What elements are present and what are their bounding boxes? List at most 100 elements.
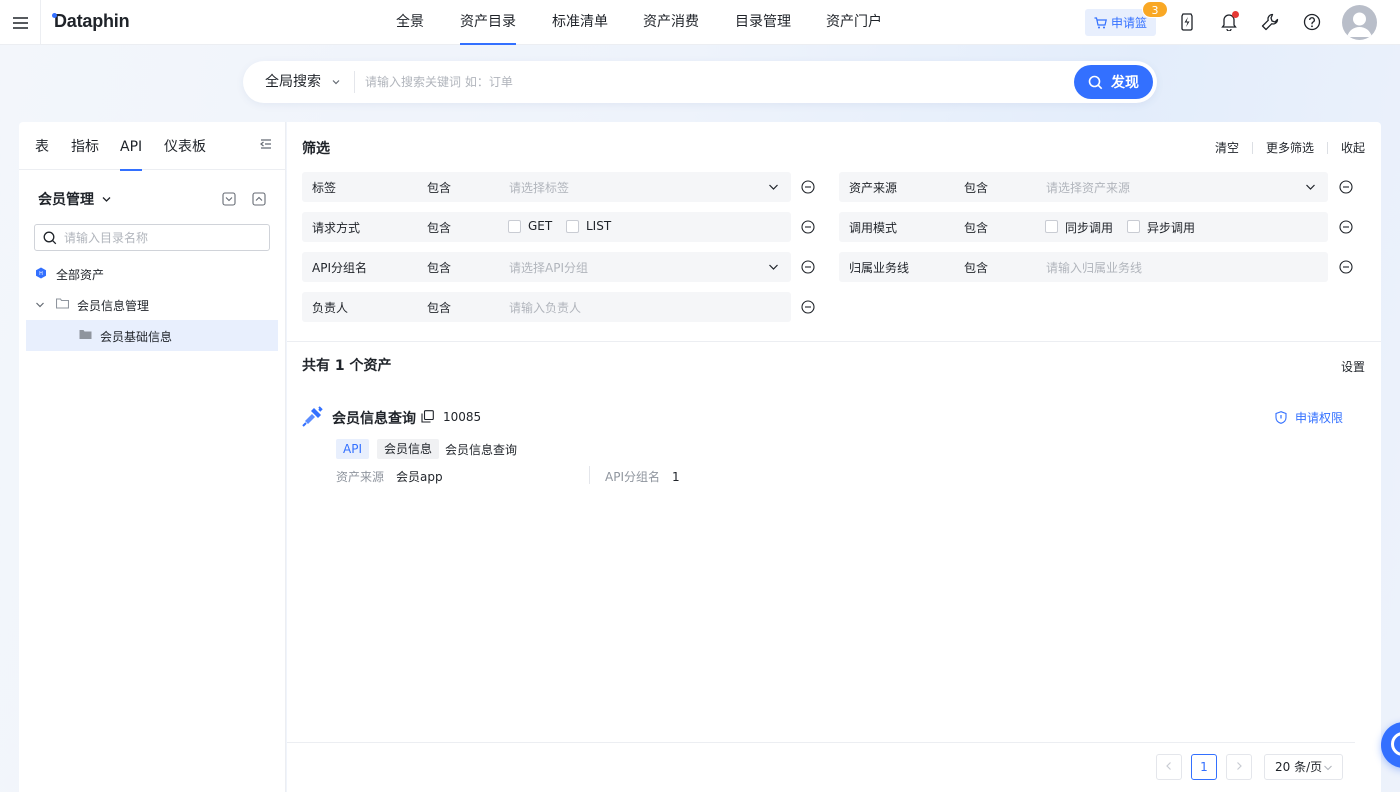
tree-item-label: 全部资产 [56, 268, 105, 282]
section-divider [287, 341, 1381, 342]
api-plug-icon [302, 406, 323, 427]
help-icon[interactable] [1302, 12, 1322, 32]
expand-all-icon[interactable] [222, 192, 236, 206]
chevron-down-icon[interactable] [101, 194, 112, 205]
chevron-down-icon[interactable] [1305, 182, 1316, 192]
filter-operator[interactable]: 包含 [427, 219, 451, 236]
type-tag: API [336, 439, 369, 459]
filter-operator[interactable]: 包含 [964, 259, 988, 276]
meta-api-group: API分组名 1 [605, 468, 680, 485]
list-checkbox[interactable] [566, 220, 579, 233]
filter-operator[interactable]: 包含 [964, 179, 988, 196]
next-page-button[interactable] [1226, 754, 1252, 780]
meta-value: 会员app [396, 470, 443, 484]
sync-call-checkbox[interactable] [1045, 220, 1058, 233]
apply-permission-link[interactable]: 申请权限 [1275, 409, 1343, 426]
results-panel: 筛选 清空 更多筛选 收起 标签 包含 请选择标签 资产来源 包含 请选择资产来… [287, 122, 1381, 792]
chevron-down-icon[interactable] [35, 300, 45, 310]
assistant-float-button[interactable] [1381, 722, 1400, 768]
result-title-link[interactable]: 会员信息查询 [332, 408, 416, 428]
meta-asset-source: 资产来源 会员app [336, 468, 443, 485]
discover-button-label: 发现 [1111, 75, 1139, 91]
user-avatar[interactable] [1342, 5, 1377, 40]
filter-operator[interactable]: 包含 [427, 299, 451, 316]
search-scope-select[interactable]: 全局搜索 [265, 61, 321, 103]
collapse-panel-icon[interactable] [259, 137, 273, 151]
chevron-right-icon [1237, 762, 1242, 770]
meta-key: 资产来源 [336, 470, 385, 484]
collapse-all-icon[interactable] [252, 192, 266, 206]
filter-name: API分组名 [312, 261, 367, 275]
app-logo[interactable]: Dataphin [51, 11, 130, 32]
filter-operator[interactable]: 包含 [427, 259, 451, 276]
remove-filter-icon[interactable] [801, 260, 815, 274]
wrench-icon[interactable] [1260, 12, 1280, 32]
filter-title: 筛选 [302, 141, 330, 157]
catalog-title[interactable]: 会员管理 [38, 189, 94, 209]
filter-row-request-method: 请求方式 包含 GET LIST [302, 212, 791, 242]
nav-catalog-management[interactable]: 目录管理 [735, 0, 791, 45]
owner-input[interactable]: 请输入负责人 [509, 299, 581, 316]
collapse-filters-link[interactable]: 收起 [1341, 139, 1365, 156]
nav-overview[interactable]: 全景 [396, 0, 424, 45]
async-call-checkbox[interactable] [1127, 220, 1140, 233]
catalog-search [34, 224, 270, 251]
filter-row-call-mode: 调用模式 包含 同步调用 异步调用 [839, 212, 1328, 242]
tab-dashboard[interactable]: 仪表板 [164, 122, 206, 170]
remove-filter-icon[interactable] [1339, 260, 1353, 274]
menu-icon[interactable] [0, 0, 41, 45]
chevron-down-icon[interactable] [768, 262, 779, 272]
page-number-button[interactable]: 1 [1191, 754, 1217, 780]
nav-asset-consumption[interactable]: 资产消费 [643, 0, 699, 45]
nav-asset-catalog[interactable]: 资产目录 [460, 0, 516, 45]
tab-table[interactable]: 表 [35, 122, 49, 170]
api-group-select[interactable]: 请选择API分组 [509, 259, 588, 276]
business-tag: 会员信息 [377, 439, 440, 459]
svg-text:H: H [39, 271, 43, 277]
chevron-down-icon[interactable] [768, 182, 779, 192]
filter-name: 资产来源 [849, 181, 898, 195]
remove-filter-icon[interactable] [801, 180, 815, 194]
action-divider [1326, 141, 1328, 154]
result-id: 10085 [443, 410, 482, 424]
tab-api[interactable]: API [120, 122, 143, 171]
search-input[interactable] [365, 72, 1065, 92]
filter-row-owner: 负责人 包含 请输入负责人 [302, 292, 791, 322]
discover-button[interactable]: 发现 [1074, 65, 1153, 99]
nav-asset-portal[interactable]: 资产门户 [826, 0, 882, 45]
tag-select[interactable]: 请选择标签 [509, 179, 569, 196]
checkbox-label: GET [528, 219, 553, 233]
get-checkbox[interactable] [508, 220, 521, 233]
tree-item-all-assets[interactable]: H 全部资产 [26, 258, 278, 289]
tree-item-label: 会员基础信息 [100, 330, 173, 344]
settings-link[interactable]: 设置 [1341, 358, 1365, 375]
filter-operator[interactable]: 包含 [427, 179, 451, 196]
remove-filter-icon[interactable] [1339, 180, 1353, 194]
catalog-search-input[interactable] [64, 230, 264, 246]
pagination-divider [287, 742, 1355, 743]
prev-page-button[interactable] [1156, 754, 1182, 780]
page-size-select[interactable]: 20 条/页 [1264, 754, 1343, 780]
checkbox-label: 异步调用 [1147, 221, 1196, 235]
checkbox-label: 同步调用 [1065, 221, 1114, 235]
more-filters-link[interactable]: 更多筛选 [1266, 139, 1314, 156]
apply-cart-label: 申请篮 [1110, 16, 1147, 30]
filter-operator[interactable]: 包含 [964, 219, 988, 236]
tree-item-member-info-management[interactable]: 会员信息管理 [26, 289, 278, 320]
copy-icon[interactable] [421, 410, 434, 423]
clear-filters-link[interactable]: 清空 [1215, 139, 1239, 156]
meta-key: API分组名 [605, 470, 660, 484]
tab-metric[interactable]: 指标 [71, 122, 99, 170]
nav-standard-list[interactable]: 标准清单 [552, 0, 608, 45]
remove-filter-icon[interactable] [801, 220, 815, 234]
lightning-icon[interactable] [1177, 12, 1197, 32]
tree-item-member-basic-info[interactable]: 会员基础信息 [26, 320, 278, 351]
remove-filter-icon[interactable] [801, 300, 815, 314]
remove-filter-icon[interactable] [1339, 220, 1353, 234]
filter-row-business-line: 归属业务线 包含 请输入归属业务线 [839, 252, 1328, 282]
filter-name: 归属业务线 [849, 261, 910, 275]
business-line-input[interactable]: 请输入归属业务线 [1046, 259, 1142, 276]
asset-source-select[interactable]: 请选择资产来源 [1046, 179, 1130, 196]
filter-name: 调用模式 [849, 221, 898, 235]
filter-actions: 清空 更多筛选 收起 [1215, 139, 1365, 156]
